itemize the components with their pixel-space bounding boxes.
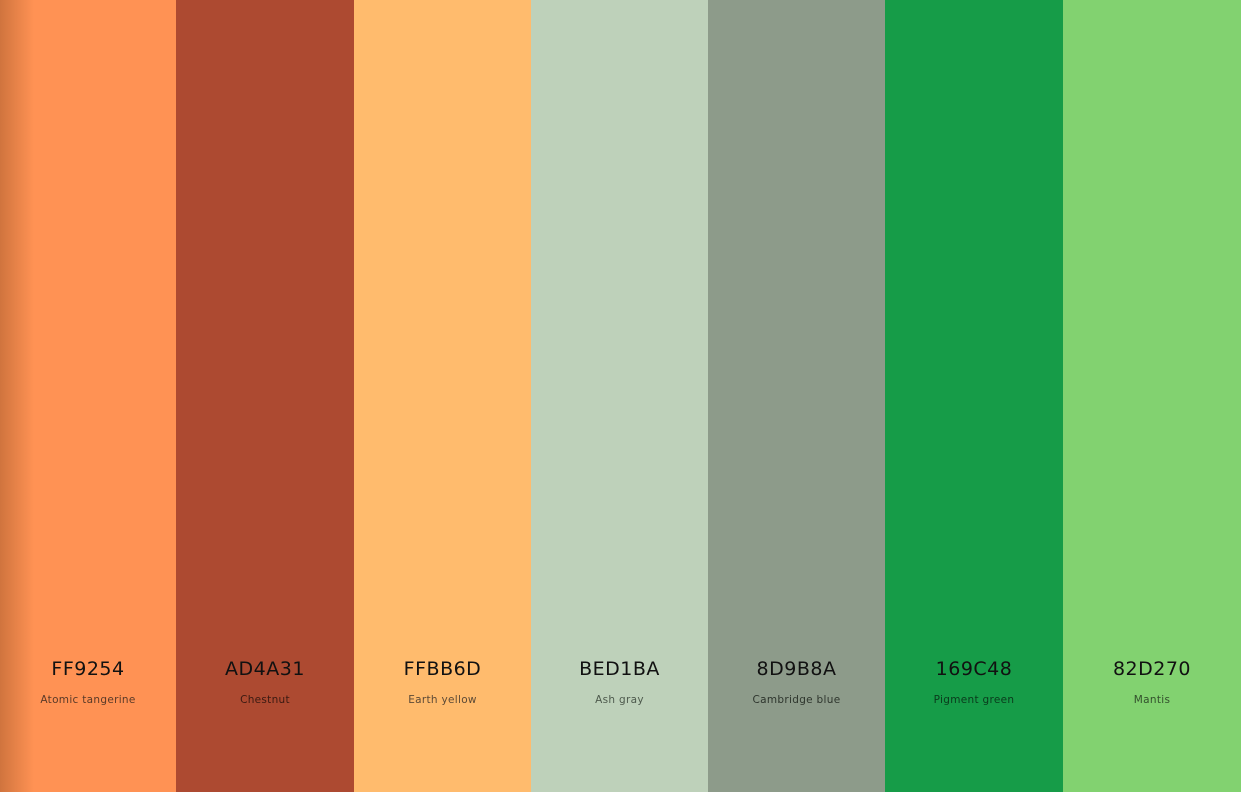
color-name: Atomic tangerine	[40, 694, 136, 706]
color-name: Chestnut	[240, 694, 290, 706]
swatch-pigment-green[interactable]: 169C48 Pigment green	[885, 0, 1063, 792]
swatch-atomic-tangerine[interactable]: FF9254 Atomic tangerine	[0, 0, 176, 792]
hex-code[interactable]: AD4A31	[176, 656, 354, 682]
swatch-ash-gray[interactable]: BED1BA Ash gray	[531, 0, 708, 792]
swatch-info: 169C48 Pigment green	[885, 656, 1063, 707]
swatch-earth-yellow[interactable]: FFBB6D Earth yellow	[354, 0, 531, 792]
hex-code[interactable]: 8D9B8A	[708, 656, 885, 682]
swatch-cambridge-blue[interactable]: 8D9B8A Cambridge blue	[708, 0, 885, 792]
hex-code[interactable]: BED1BA	[531, 656, 708, 682]
swatch-info: 8D9B8A Cambridge blue	[708, 656, 885, 707]
hex-code[interactable]: 82D270	[1063, 656, 1241, 682]
hex-code[interactable]: FFBB6D	[354, 656, 531, 682]
hex-code[interactable]: FF9254	[0, 656, 176, 682]
color-name: Earth yellow	[408, 694, 477, 706]
color-name: Ash gray	[595, 694, 644, 706]
color-name: Cambridge blue	[752, 694, 841, 706]
swatch-mantis[interactable]: 82D270 Mantis	[1063, 0, 1241, 792]
swatch-info: FF9254 Atomic tangerine	[0, 656, 176, 707]
swatch-chestnut[interactable]: AD4A31 Chestnut	[176, 0, 354, 792]
swatch-info: 82D270 Mantis	[1063, 656, 1241, 707]
color-name: Pigment green	[933, 694, 1015, 706]
color-palette: FF9254 Atomic tangerine AD4A31 Chestnut …	[0, 0, 1241, 792]
color-name: Mantis	[1133, 694, 1171, 706]
swatch-info: FFBB6D Earth yellow	[354, 656, 531, 707]
hex-code[interactable]: 169C48	[885, 656, 1063, 682]
swatch-info: BED1BA Ash gray	[531, 656, 708, 707]
swatch-info: AD4A31 Chestnut	[176, 656, 354, 707]
